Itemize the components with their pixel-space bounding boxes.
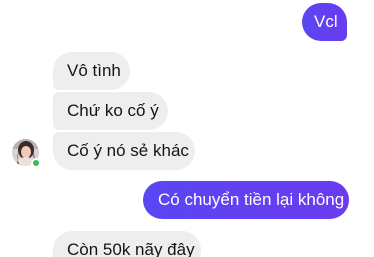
- contact-avatar[interactable]: [12, 139, 41, 168]
- chat-thread: Vcl Vô tình Chứ ko cố ý Cố ý nó sẻ khác …: [0, 0, 374, 257]
- message-incoming[interactable]: Vô tình: [53, 52, 130, 90]
- online-status-indicator: [31, 158, 41, 168]
- message-outgoing[interactable]: Có chuyển tiền lại không: [143, 181, 349, 219]
- message-incoming[interactable]: Còn 50k nãy đây: [53, 231, 201, 257]
- message-outgoing[interactable]: Vcl: [302, 3, 347, 41]
- message-incoming[interactable]: Cố ý nó sẻ khác: [53, 132, 195, 170]
- message-incoming[interactable]: Chứ ko cố ý: [53, 92, 168, 130]
